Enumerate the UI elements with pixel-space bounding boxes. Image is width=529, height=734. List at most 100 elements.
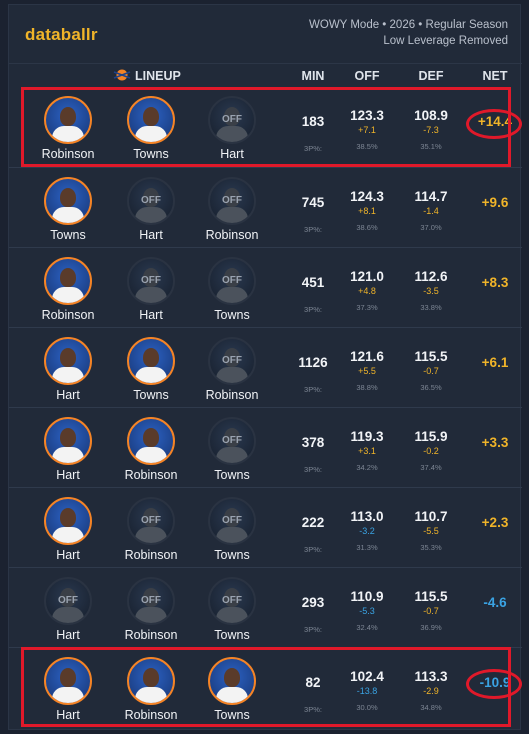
lineup-player[interactable]: OFF Towns bbox=[194, 257, 270, 322]
player-off-tag: OFF bbox=[222, 595, 242, 606]
lineup-player[interactable]: OFF Hart bbox=[194, 96, 270, 161]
lineup-player[interactable]: OFF Robinson bbox=[113, 577, 189, 642]
avatar-jersey-icon bbox=[135, 687, 167, 703]
net-rating: -10.9 bbox=[479, 675, 511, 690]
player-name: Towns bbox=[133, 147, 169, 161]
def-3p: 35.3% bbox=[420, 543, 442, 552]
player-off-tag: OFF bbox=[141, 595, 161, 606]
off-delta: +4.8 bbox=[358, 286, 376, 296]
table-row[interactable]: Hart Towns OFF Robinson 1126 3P%: 121.6 +5.5 38.… bbox=[9, 327, 522, 407]
avatar-jersey-icon bbox=[135, 607, 167, 623]
lineup-player[interactable]: Robinson bbox=[30, 257, 106, 322]
player-avatar bbox=[44, 497, 92, 545]
off-rating: 121.0 +4.8 37.3% bbox=[339, 269, 395, 312]
player-name: Towns bbox=[50, 228, 86, 242]
three-pt-label: 3P%: bbox=[304, 545, 322, 554]
table-row[interactable]: Towns OFF Hart OFF Robinson 745 3P%: 124.3 +8.1 3… bbox=[9, 167, 522, 247]
player-off-tag: OFF bbox=[141, 515, 161, 526]
player-avatar: OFF bbox=[208, 96, 256, 144]
avatar-head-icon bbox=[60, 188, 76, 207]
off-value: 102.4 bbox=[350, 669, 384, 684]
player-off-tag: OFF bbox=[222, 435, 242, 446]
brand-logo[interactable]: databallr bbox=[25, 25, 98, 45]
def-value: 110.7 bbox=[414, 509, 448, 524]
table-row[interactable]: Robinson OFF Hart OFF Towns 451 3P%: 121.0 +4.8 3… bbox=[9, 247, 522, 327]
minutes-value: 451 bbox=[301, 275, 325, 290]
player-avatar: OFF bbox=[127, 577, 175, 625]
lineup-player[interactable]: Hart bbox=[30, 657, 106, 722]
def-3p: 36.5% bbox=[420, 383, 442, 392]
net-rating: -4.6 bbox=[483, 595, 507, 610]
lineup-player[interactable]: OFF Hart bbox=[113, 177, 189, 242]
knicks-logo-icon bbox=[113, 69, 131, 81]
net-rating: +2.3 bbox=[481, 515, 509, 530]
lineup-player[interactable]: Robinson bbox=[30, 96, 106, 161]
table-row[interactable]: Hart OFF Robinson OFF Towns 222 3P%: 113.0 -3.2 3… bbox=[9, 487, 522, 567]
minutes-value: 82 bbox=[305, 675, 321, 690]
avatar-jersey-icon bbox=[135, 447, 167, 463]
mode-line-2: Low Leverage Removed bbox=[383, 35, 508, 47]
table-row[interactable]: Robinson Towns OFF Hart 183 3P%: 123.3 +7.1 38.5… bbox=[9, 87, 522, 167]
lineup-player[interactable]: Hart bbox=[30, 497, 106, 562]
lineup-player[interactable]: OFF Hart bbox=[113, 257, 189, 322]
def-3p: 35.1% bbox=[420, 142, 442, 151]
player-name: Towns bbox=[214, 308, 250, 322]
player-avatar bbox=[127, 337, 175, 385]
three-pt-label: 3P%: bbox=[304, 385, 322, 394]
off-3p: 38.8% bbox=[356, 383, 378, 392]
lineup-player[interactable]: OFF Towns bbox=[194, 577, 270, 642]
avatar-jersey-icon bbox=[216, 447, 248, 463]
header-lineup[interactable]: LINEUP bbox=[135, 69, 181, 83]
table-header: LINEUP MIN OFF DEF NET bbox=[9, 63, 522, 87]
player-avatar bbox=[127, 417, 175, 465]
lineup-player[interactable]: Robinson bbox=[113, 657, 189, 722]
player-name: Towns bbox=[214, 468, 250, 482]
three-pt-label: 3P%: bbox=[304, 465, 322, 474]
lineup-player[interactable]: OFF Towns bbox=[194, 497, 270, 562]
table-row[interactable]: OFF Hart OFF Robinson OFF Towns 293 3P%: 110.9 -5… bbox=[9, 567, 522, 647]
off-rating: 102.4 -13.8 30.0% bbox=[339, 669, 395, 712]
wowy-card: databallr WOWY Mode • 2026 • Regular Sea… bbox=[8, 4, 522, 730]
lineup-player[interactable]: OFF Robinson bbox=[113, 497, 189, 562]
def-delta: -2.9 bbox=[423, 686, 439, 696]
lineup-player[interactable]: Towns bbox=[30, 177, 106, 242]
header-def[interactable]: DEF bbox=[403, 69, 459, 83]
player-name: Robinson bbox=[124, 708, 178, 722]
player-avatar: OFF bbox=[44, 577, 92, 625]
avatar-head-icon bbox=[60, 107, 76, 126]
avatar-jersey-icon bbox=[135, 367, 167, 383]
table-row[interactable]: Hart Robinson Towns 82 3P%: 102.4 -13.8 30.0% 11… bbox=[9, 647, 522, 727]
def-value: 115.9 bbox=[414, 429, 448, 444]
off-value: 121.6 bbox=[350, 349, 384, 364]
lineup-player[interactable]: Towns bbox=[113, 96, 189, 161]
player-avatar bbox=[127, 657, 175, 705]
avatar-jersey-icon bbox=[52, 527, 84, 543]
lineup-player[interactable]: OFF Robinson bbox=[194, 337, 270, 402]
player-name: Hart bbox=[139, 228, 163, 242]
avatar-head-icon bbox=[60, 428, 76, 447]
header-min[interactable]: MIN bbox=[291, 69, 335, 83]
avatar-jersey-icon bbox=[52, 367, 84, 383]
lineup-player[interactable]: Robinson bbox=[113, 417, 189, 482]
player-name: Towns bbox=[133, 388, 169, 402]
lineup-player[interactable]: Hart bbox=[30, 337, 106, 402]
lineup-player[interactable]: OFF Hart bbox=[30, 577, 106, 642]
player-name: Hart bbox=[139, 308, 163, 322]
avatar-jersey-icon bbox=[216, 367, 248, 383]
player-off-tag: OFF bbox=[222, 515, 242, 526]
header-off[interactable]: OFF bbox=[339, 69, 395, 83]
player-avatar bbox=[44, 177, 92, 225]
lineup-player[interactable]: Towns bbox=[194, 657, 270, 722]
player-name: Robinson bbox=[124, 548, 178, 562]
net-rating: +9.6 bbox=[481, 195, 509, 210]
off-delta: +7.1 bbox=[358, 125, 376, 135]
off-value: 113.0 bbox=[350, 509, 384, 524]
lineup-player[interactable]: OFF Robinson bbox=[194, 177, 270, 242]
header-net[interactable]: NET bbox=[469, 69, 521, 83]
lineup-player[interactable]: Hart bbox=[30, 417, 106, 482]
off-delta: -5.3 bbox=[359, 606, 375, 616]
lineup-player[interactable]: Towns bbox=[113, 337, 189, 402]
player-name: Hart bbox=[56, 388, 80, 402]
table-row[interactable]: Hart Robinson OFF Towns 378 3P%: 119.3 +3.1 34.2… bbox=[9, 407, 522, 487]
lineup-player[interactable]: OFF Towns bbox=[194, 417, 270, 482]
